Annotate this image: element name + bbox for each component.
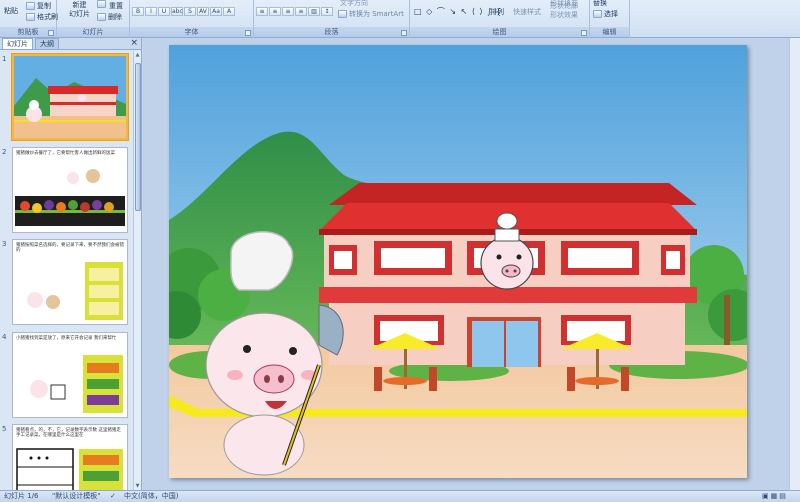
slide-number: 4: [2, 333, 7, 341]
font-launcher[interactable]: [245, 30, 251, 36]
columns-button[interactable]: ▥: [308, 7, 320, 16]
status-bar: 幻灯片 1/6 "默认设计模板" ✓ 中文(简体，中国) ▣▦▤: [0, 490, 800, 502]
quick-styles-button[interactable]: 快速样式: [513, 7, 541, 17]
workspace-scrollbar[interactable]: [789, 38, 800, 490]
slide-thumbnail-4[interactable]: 小猪猪找到菜是放了，原来它开会记录 我们来帮忙: [12, 332, 128, 418]
case-button[interactable]: Aa: [210, 7, 222, 16]
arrange-button[interactable]: 排列: [490, 7, 504, 17]
slides-pane: 幻灯片 大纲 × 1 2 猪猪做炒去餐厅了，它要帮忙客人做出新鲜的饭菜 3 猪猪…: [0, 38, 142, 490]
ribbon: 粘贴 复制 格式刷 剪贴板 新建 幻灯片 重置 删除 幻灯片 B I U abc…: [0, 0, 800, 38]
editing-group: 替换 选择 编辑: [590, 0, 630, 38]
scroll-thumb[interactable]: [135, 63, 141, 211]
shadow-button[interactable]: S: [184, 7, 196, 16]
editing-group-label: 编辑: [590, 27, 629, 37]
slide-1-preview: [14, 56, 126, 138]
spacing-button[interactable]: AV: [197, 7, 209, 16]
paragraph-align-buttons: ≡ ≡ ≡ ≡ ▥ ↕: [256, 7, 333, 16]
bold-button[interactable]: B: [132, 7, 144, 16]
shapes-gallery[interactable]: □ ◇ ⌒ ↘ ↖ ⟨ ⟩ ∫ {: [414, 6, 502, 17]
new-slide-button[interactable]: 新建 幻灯片: [69, 1, 90, 19]
select-icon: [593, 10, 602, 18]
font-group-label: 字体: [130, 27, 253, 37]
replace-label: 替换: [593, 0, 607, 7]
slide-workspace: [143, 38, 800, 490]
copy-icon: [26, 2, 35, 10]
theme-name: "默认设计模板": [52, 492, 101, 500]
slide-4-preview: [30, 355, 123, 413]
align-left-button[interactable]: ≡: [256, 7, 268, 16]
slide-number: 1: [2, 55, 7, 63]
copy-button[interactable]: 复制: [26, 1, 51, 11]
pane-tabs: 幻灯片 大纲 ×: [0, 38, 141, 50]
slide-illustration: [169, 45, 747, 478]
slide-2-preview: [15, 169, 125, 226]
font-format-buttons: B I U abc S AV Aa A: [132, 7, 235, 16]
reset-button[interactable]: 重置: [97, 1, 123, 11]
slide-number: 3: [2, 240, 7, 248]
slides-group-label: 幻灯片: [57, 27, 129, 37]
align-center-button[interactable]: ≡: [269, 7, 281, 16]
delete-button[interactable]: 删除: [97, 12, 122, 22]
copy-label: 复制: [37, 2, 51, 10]
strikethrough-button[interactable]: abc: [171, 7, 183, 16]
delete-label: 删除: [108, 13, 122, 21]
thumbnail-list: 1 2 猪猪做炒去餐厅了，它要帮忙客人做出新鲜的饭菜 3 猪猪按照菜名选择的，要…: [0, 51, 134, 490]
underline-button[interactable]: U: [158, 7, 170, 16]
tab-outline[interactable]: 大纲: [35, 38, 59, 49]
new-slide-label: 新建 幻灯片: [69, 1, 90, 18]
clipboard-launcher[interactable]: [48, 30, 54, 36]
quick-styles-label: 快速样式: [513, 8, 541, 16]
thumbnail-scrollbar[interactable]: ▲ ▼: [133, 51, 141, 490]
clipboard-group: 粘贴 复制 格式刷 剪贴板: [0, 0, 58, 38]
format-painter-label: 格式刷: [37, 13, 58, 21]
drawing-group-label: 绘图: [410, 27, 589, 37]
slide-3-preview: [27, 262, 123, 320]
brush-icon: [26, 13, 35, 21]
text-direction-label: 文字方向: [340, 0, 368, 7]
align-right-button[interactable]: ≡: [282, 7, 294, 16]
shape-effects-label: 形状效果: [550, 11, 578, 19]
select-button[interactable]: 选择: [593, 9, 618, 19]
select-label: 选择: [604, 10, 618, 18]
paragraph-launcher[interactable]: [401, 30, 407, 36]
smartart-button[interactable]: 转换为 SmartArt: [338, 9, 404, 19]
delete-icon: [97, 13, 106, 21]
drawing-group: □ ◇ ⌒ ↘ ↖ ⟨ ⟩ ∫ { 排列 快速样式 形状填充 形状轮廓 形状效果…: [410, 0, 590, 38]
font-color-button[interactable]: A: [223, 7, 235, 16]
smartart-icon: [338, 10, 347, 18]
smartart-label: 转换为 SmartArt: [349, 10, 404, 18]
slide-thumbnail-3[interactable]: 猪猪按照菜名选择的，要记录下来，要不然我们会被错的: [12, 239, 128, 325]
spellcheck-icon[interactable]: ✓: [110, 491, 116, 502]
slide-info: 幻灯片 1/6: [4, 492, 39, 500]
slide-thumbnail-5[interactable]: 猪猪看点，的，不，它，记录数字表示数 这里猪猪走手工记录菜，在哪里是什么这里在: [12, 424, 128, 490]
justify-button[interactable]: ≡: [295, 7, 307, 16]
paste-button[interactable]: 粘贴: [4, 6, 18, 16]
current-slide[interactable]: [169, 45, 747, 478]
slide-thumbnail-2[interactable]: 猪猪做炒去餐厅了，它要帮忙客人做出新鲜的饭菜: [12, 147, 128, 233]
slides-group: 新建 幻灯片 重置 删除 幻灯片: [57, 0, 130, 38]
slide-number: 5: [2, 425, 7, 433]
scroll-down-icon[interactable]: ▼: [134, 482, 141, 490]
replace-button[interactable]: 替换: [593, 0, 607, 8]
view-buttons[interactable]: ▣▦▤: [762, 491, 788, 502]
font-group: B I U abc S AV Aa A 字体: [130, 0, 254, 38]
close-icon[interactable]: ×: [130, 39, 138, 48]
paragraph-group-label: 段落: [254, 27, 409, 37]
line-spacing-button[interactable]: ↕: [321, 7, 333, 16]
slide-thumbnail-1[interactable]: [12, 54, 128, 140]
tab-slides[interactable]: 幻灯片: [2, 38, 33, 49]
drawing-launcher[interactable]: [581, 30, 587, 36]
language: 中文(简体，中国): [124, 492, 179, 500]
scroll-up-icon[interactable]: ▲: [134, 51, 141, 59]
italic-button[interactable]: I: [145, 7, 157, 16]
reset-label: 重置: [109, 2, 123, 10]
text-direction-button[interactable]: 文字方向: [340, 0, 368, 8]
format-painter-button[interactable]: 格式刷: [26, 12, 58, 22]
paragraph-group: ≡ ≡ ≡ ≡ ▥ ↕ 文字方向 转换为 SmartArt 段落: [254, 0, 410, 38]
paste-label: 粘贴: [4, 7, 18, 15]
slide-number: 2: [2, 148, 7, 156]
arrange-label: 排列: [490, 8, 504, 16]
slide-5-preview: [16, 448, 123, 490]
shape-effects-button[interactable]: 形状效果: [550, 10, 578, 20]
